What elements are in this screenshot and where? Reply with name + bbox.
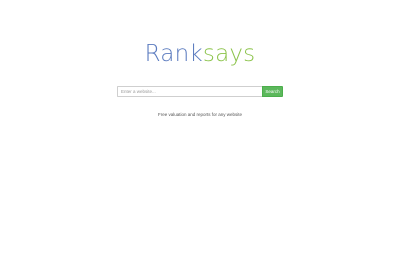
logo-text-says: says bbox=[202, 41, 256, 67]
page: Ranksays Search Free valuation and repor… bbox=[0, 0, 400, 279]
site-logo[interactable]: Ranksays bbox=[0, 40, 400, 68]
website-search-input[interactable] bbox=[117, 86, 262, 97]
search-button[interactable]: Search bbox=[262, 86, 283, 97]
tagline: Free valuation and reports for any websi… bbox=[157, 112, 243, 117]
search-form: Search bbox=[117, 86, 283, 97]
logo-text-rank: Rank bbox=[144, 41, 203, 67]
